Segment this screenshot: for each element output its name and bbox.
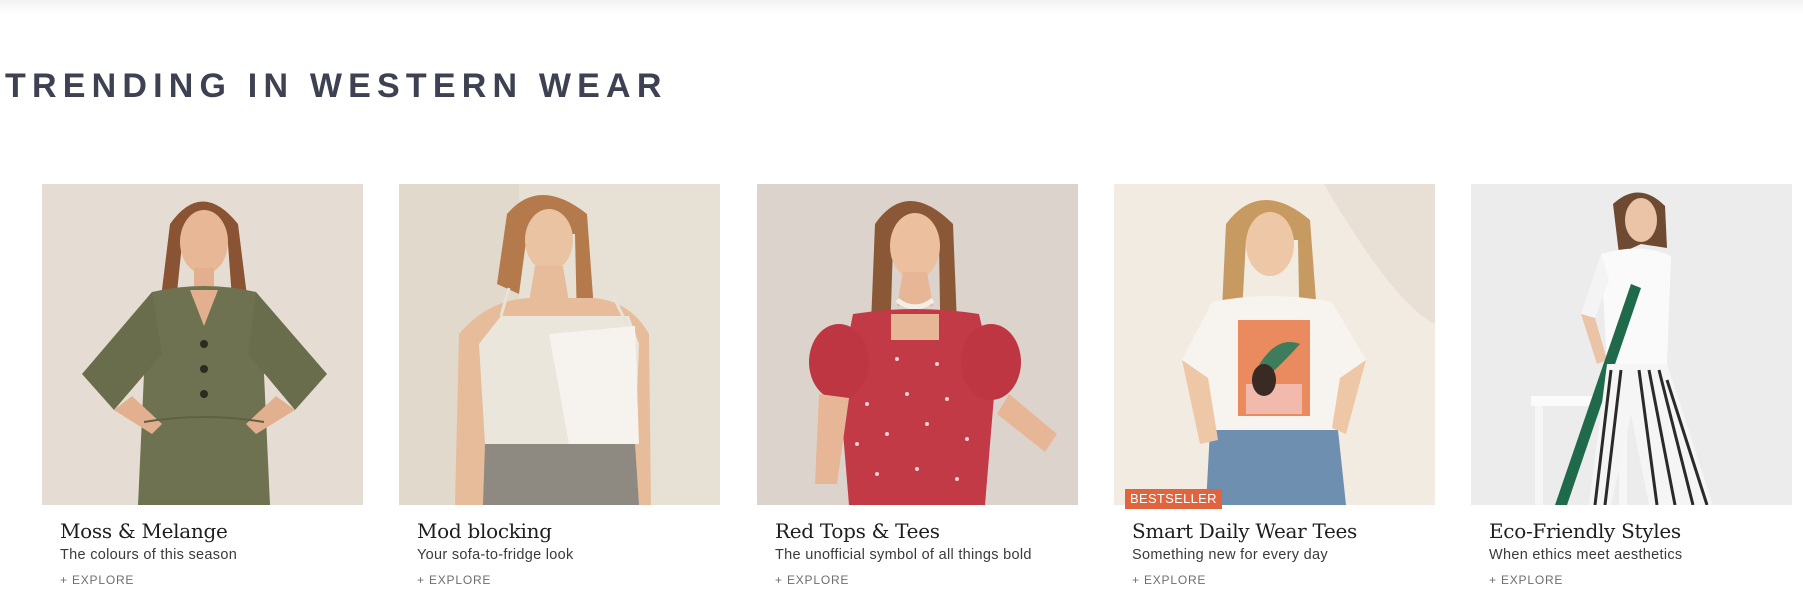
- card-image-printed-white-tee[interactable]: [1114, 184, 1435, 505]
- card-image-olive-dress[interactable]: [42, 184, 363, 505]
- card-image-red-floral-top[interactable]: [757, 184, 1078, 505]
- trending-cards-row: Moss & Melange The colours of this seaso…: [0, 0, 1803, 592]
- card-subtitle: The colours of this season: [60, 547, 238, 563]
- explore-link[interactable]: + EXPLORE: [1489, 573, 1563, 587]
- trend-card-eco-friendly-styles[interactable]: Eco-Friendly Styles When ethics meet aes…: [1471, 184, 1792, 592]
- explore-link[interactable]: + EXPLORE: [417, 573, 491, 587]
- card-subtitle: Something new for every day: [1132, 547, 1328, 563]
- explore-link[interactable]: + EXPLORE: [60, 573, 134, 587]
- card-image-striped-trousers[interactable]: [1471, 184, 1792, 505]
- card-title[interactable]: Red Tops & Tees: [775, 518, 940, 544]
- card-subtitle: Your sofa-to-fridge look: [417, 547, 574, 563]
- trend-card-smart-daily-wear-tees[interactable]: BESTSELLER Smart Daily Wear Tees Somethi…: [1114, 184, 1435, 592]
- card-title[interactable]: Mod blocking: [417, 518, 552, 544]
- trend-card-red-tops-tees[interactable]: Red Tops & Tees The unofficial symbol of…: [757, 184, 1078, 592]
- card-subtitle: When ethics meet aesthetics: [1489, 547, 1683, 563]
- trend-card-mod-blocking[interactable]: Mod blocking Your sofa-to-fridge look + …: [399, 184, 720, 592]
- trend-card-moss-melange[interactable]: Moss & Melange The colours of this seaso…: [42, 184, 363, 592]
- card-subtitle: The unofficial symbol of all things bold: [775, 547, 1032, 563]
- explore-link[interactable]: + EXPLORE: [775, 573, 849, 587]
- card-title[interactable]: Moss & Melange: [60, 518, 228, 544]
- card-title[interactable]: Smart Daily Wear Tees: [1132, 518, 1357, 544]
- card-image-colour-block-camisole[interactable]: [399, 184, 720, 505]
- bestseller-badge: BESTSELLER: [1125, 489, 1222, 509]
- explore-link[interactable]: + EXPLORE: [1132, 573, 1206, 587]
- card-title[interactable]: Eco-Friendly Styles: [1489, 518, 1681, 544]
